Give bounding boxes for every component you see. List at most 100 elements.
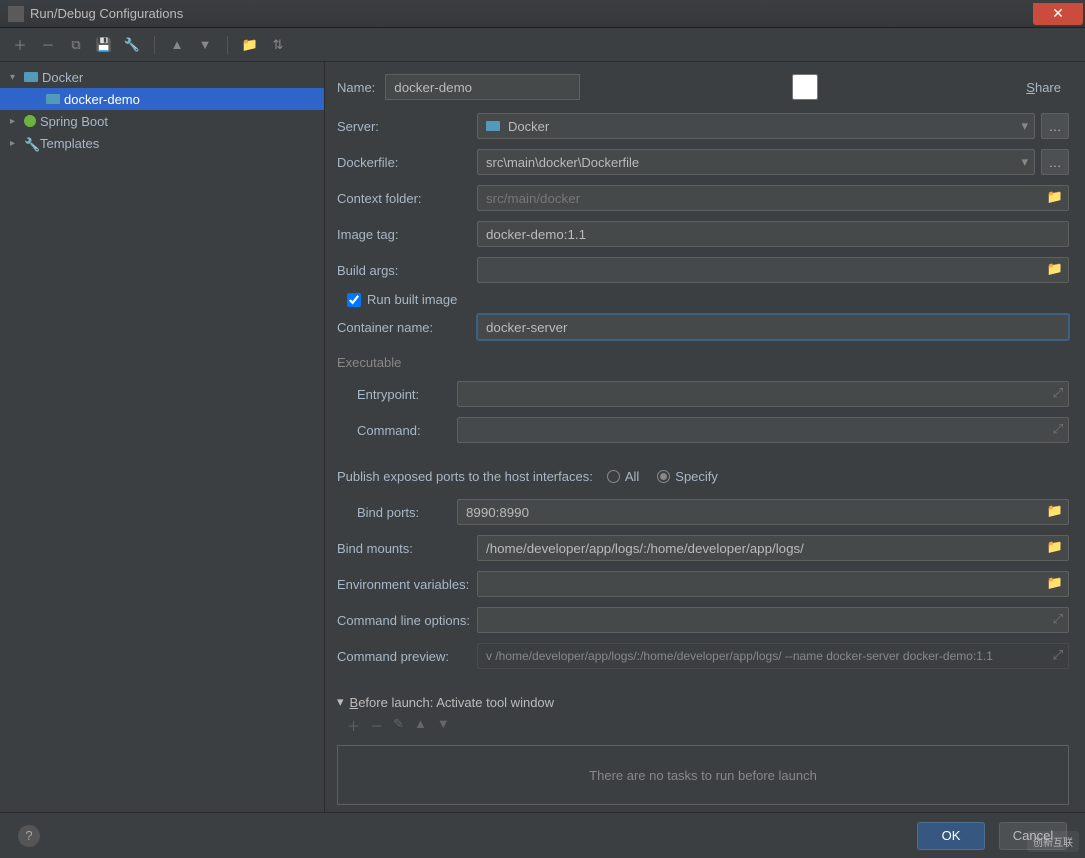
command-row: Command: ⤢ (337, 416, 1069, 444)
chevron-right-icon: ▸ (10, 116, 20, 127)
run-built-image-row: Run built image (337, 292, 1069, 307)
save-config-button[interactable]: 💾 (94, 35, 114, 55)
tree-label: Docker (42, 70, 83, 85)
dockerfile-ellipsis-button[interactable]: … (1041, 149, 1069, 175)
folder-icon[interactable]: 📁 (1047, 503, 1063, 519)
radio-all[interactable]: All (607, 469, 639, 484)
folder-icon[interactable]: 📁 (1047, 539, 1063, 555)
dockerfile-label: Dockerfile: (337, 155, 477, 170)
tree-node-spring-boot[interactable]: ▸ Spring Boot (0, 110, 324, 132)
env-vars-label: Environment variables: (337, 577, 477, 592)
move-up-button[interactable]: ▲ (167, 35, 187, 55)
help-button[interactable]: ? (18, 825, 40, 847)
single-instance-checkbox[interactable]: Single instance only (1081, 72, 1085, 102)
docker-icon (24, 72, 38, 82)
edit-task-button[interactable]: ✎ (393, 716, 404, 735)
server-select[interactable]: Docker (477, 113, 1035, 139)
cmd-line-input[interactable] (477, 607, 1069, 633)
tree-node-docker-demo[interactable]: docker-demo (0, 88, 324, 110)
chevron-down-icon: ▾ (10, 72, 20, 83)
command-input[interactable] (457, 417, 1069, 443)
publish-ports-label: Publish exposed ports to the host interf… (337, 469, 593, 484)
tree-label: Templates (40, 136, 99, 151)
config-form: Name: SSharehare Single instance only Se… (325, 62, 1085, 812)
image-tag-row: Image tag: (337, 220, 1069, 248)
docker-icon (486, 121, 500, 131)
bottom-bar: ? OK Cancel (0, 812, 1085, 858)
folder-button[interactable]: 📁 (240, 35, 260, 55)
command-label: Command: (337, 423, 457, 438)
image-tag-label: Image tag: (337, 227, 477, 242)
watermark: 创新互联 (1027, 831, 1079, 852)
tree-node-docker[interactable]: ▾ Docker (0, 66, 324, 88)
titlebar: Run/Debug Configurations ✕ (0, 0, 1085, 28)
dockerfile-select[interactable]: src\main\docker\Dockerfile (477, 149, 1035, 175)
tree-label: docker-demo (64, 92, 140, 107)
ok-button[interactable]: OK (917, 822, 985, 850)
expand-icon[interactable]: ⤢ (1053, 385, 1063, 401)
server-label: Server: (337, 119, 477, 134)
bind-ports-row: Bind ports: 📁 (337, 498, 1069, 526)
docker-icon (46, 94, 60, 104)
context-folder-label: Context folder: (337, 191, 477, 206)
share-checkbox[interactable]: SSharehare (590, 74, 1061, 100)
sort-button[interactable]: ⇅ (268, 35, 288, 55)
tree-node-templates[interactable]: ▸ 🔧 Templates (0, 132, 324, 154)
toolbar-separator (227, 36, 228, 54)
bind-ports-input[interactable] (457, 499, 1069, 525)
name-input[interactable] (385, 74, 580, 100)
expand-icon[interactable]: ⤢ (1053, 647, 1063, 663)
run-built-image-checkbox[interactable]: Run built image (347, 292, 1069, 307)
name-label: Name: (337, 80, 375, 95)
main-area: ▾ Docker docker-demo ▸ Spring Boot ▸ 🔧 T… (0, 62, 1085, 812)
expand-icon[interactable]: ⤢ (1053, 421, 1063, 437)
window-title: Run/Debug Configurations (30, 6, 183, 21)
edit-defaults-button[interactable]: 🔧 (122, 35, 142, 55)
cmd-preview-field: v /home/developer/app/logs/:/home/develo… (477, 643, 1069, 669)
publish-ports-row: Publish exposed ports to the host interf… (337, 462, 1069, 490)
container-name-input[interactable] (477, 314, 1069, 340)
remove-config-button[interactable]: － (38, 35, 58, 55)
entrypoint-input[interactable] (457, 381, 1069, 407)
close-button[interactable]: ✕ (1033, 3, 1083, 25)
remove-task-button[interactable]: － (370, 716, 383, 735)
executable-section-label: Executable (337, 355, 1069, 370)
before-launch-section: ▾Before launch: Activate tool window ＋ －… (337, 694, 1069, 812)
server-ellipsis-button[interactable]: … (1041, 113, 1069, 139)
add-config-button[interactable]: ＋ (10, 35, 30, 55)
build-args-input[interactable] (477, 257, 1069, 283)
cmd-preview-label: Command preview: (337, 649, 477, 664)
spring-icon (24, 115, 36, 127)
add-task-button[interactable]: ＋ (347, 716, 360, 735)
bind-ports-label: Bind ports: (337, 505, 457, 520)
chevron-right-icon: ▸ (10, 138, 20, 149)
radio-specify[interactable]: Specify (657, 469, 718, 484)
folder-icon[interactable]: 📁 (1047, 575, 1063, 591)
bind-mounts-input[interactable] (477, 535, 1069, 561)
bind-mounts-label: Bind mounts: (337, 541, 477, 556)
name-row: Name: SSharehare Single instance only (337, 72, 1069, 102)
image-tag-input[interactable] (477, 221, 1069, 247)
context-folder-input[interactable] (477, 185, 1069, 211)
expand-icon[interactable]: ⤢ (1053, 611, 1063, 627)
copy-config-button[interactable]: ⧉ (66, 35, 86, 55)
tree-label: Spring Boot (40, 114, 108, 129)
before-launch-header[interactable]: ▾Before launch: Activate tool window (337, 694, 1069, 710)
folder-icon[interactable]: 📁 (1047, 261, 1063, 277)
app-icon (8, 6, 24, 22)
folder-icon[interactable]: 📁 (1047, 189, 1063, 205)
move-down-button[interactable]: ▼ (195, 35, 215, 55)
server-row: Server: Docker … (337, 112, 1069, 140)
config-tree: ▾ Docker docker-demo ▸ Spring Boot ▸ 🔧 T… (0, 62, 325, 812)
wrench-icon: 🔧 (24, 137, 36, 149)
dockerfile-row: Dockerfile: src\main\docker\Dockerfile … (337, 148, 1069, 176)
cmd-preview-row: Command preview: v /home/developer/app/l… (337, 642, 1069, 670)
before-launch-empty: There are no tasks to run before launch (337, 745, 1069, 805)
move-up-task-button[interactable]: ▲ (414, 716, 427, 735)
env-vars-input[interactable] (477, 571, 1069, 597)
chevron-down-icon: ▾ (337, 694, 344, 710)
move-down-task-button[interactable]: ▼ (437, 716, 450, 735)
container-name-row: Container name: (337, 313, 1069, 341)
config-toolbar: ＋ － ⧉ 💾 🔧 ▲ ▼ 📁 ⇅ (0, 28, 1085, 62)
build-args-row: Build args: 📁 (337, 256, 1069, 284)
